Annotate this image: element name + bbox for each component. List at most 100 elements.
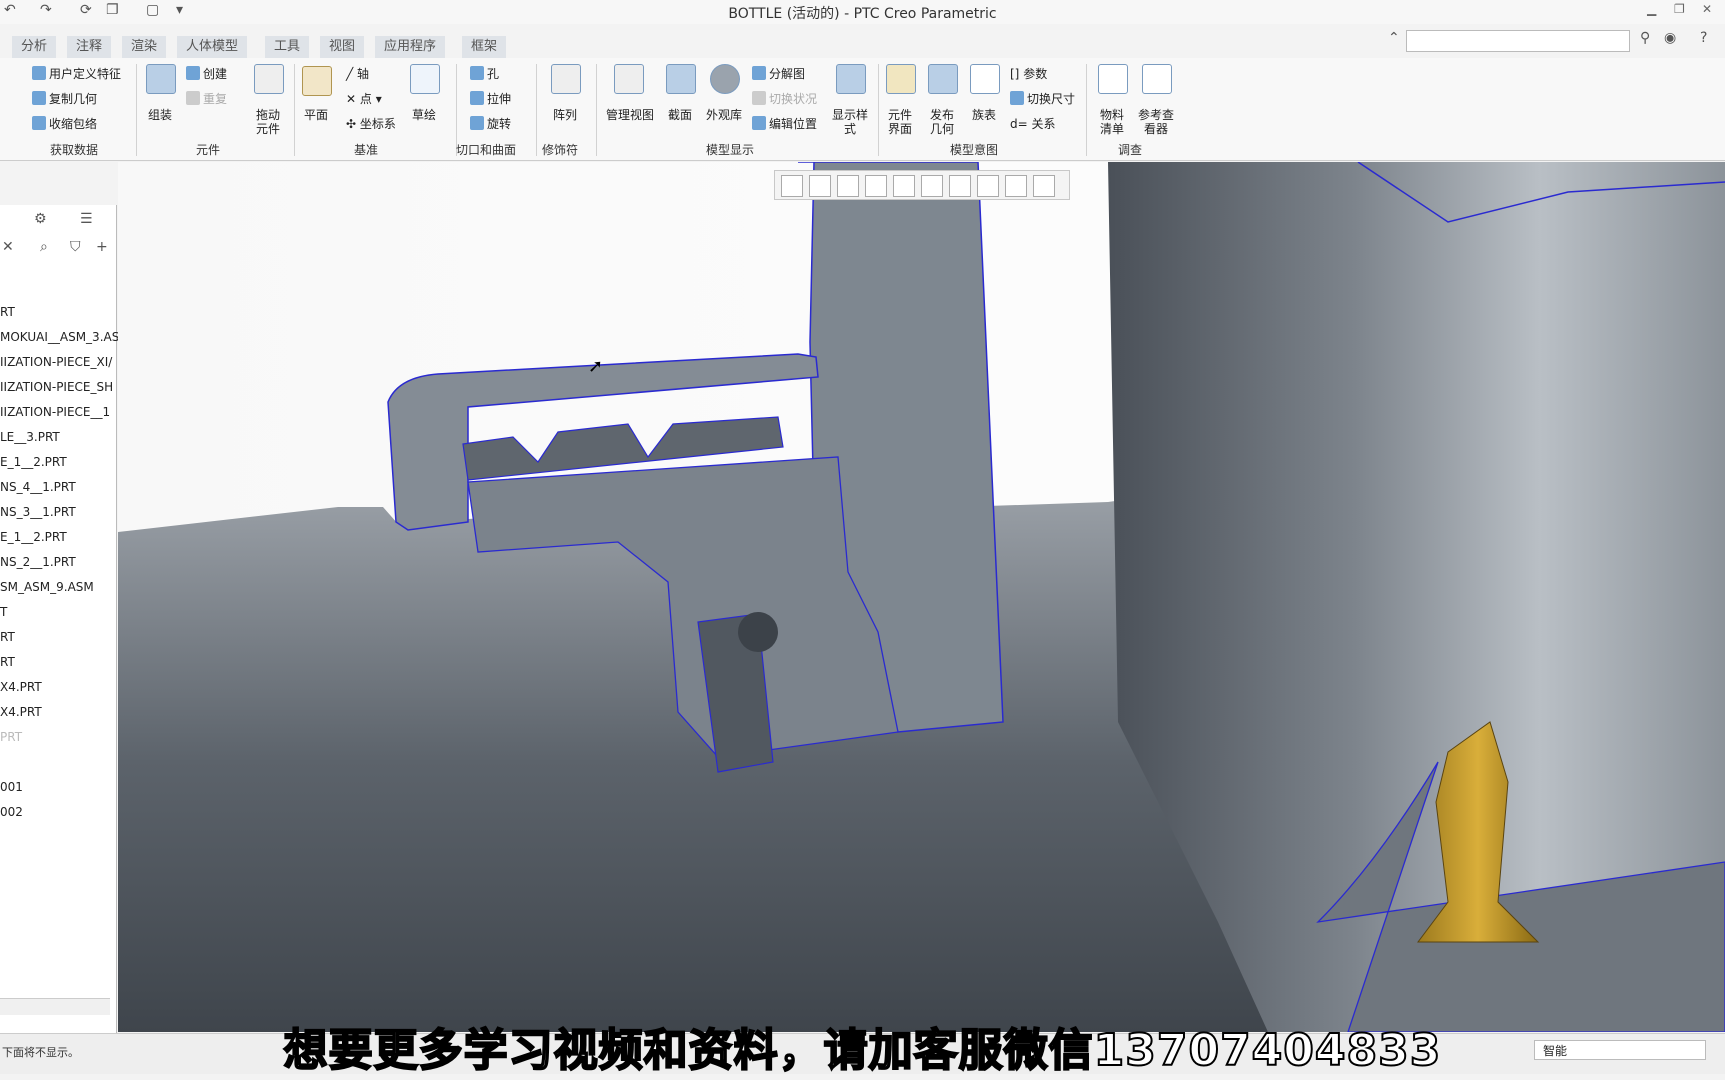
- group-component[interactable]: 元件: [196, 141, 220, 158]
- tree-item[interactable]: NS_3__1.PRT: [0, 505, 76, 519]
- minimize-icon[interactable]: ▁: [1647, 2, 1656, 16]
- explode-button[interactable]: 分解图: [752, 65, 805, 82]
- tree-item[interactable]: PRT: [0, 730, 22, 744]
- tree-item[interactable]: E_1__2.PRT: [0, 530, 67, 544]
- tab-render[interactable]: 渲染: [122, 36, 167, 58]
- pattern-icon[interactable]: [551, 64, 581, 94]
- tab-tools[interactable]: 工具: [265, 36, 310, 58]
- view-manager-icon[interactable]: [949, 175, 971, 197]
- binoculars-icon[interactable]: ⌕: [40, 239, 48, 255]
- search-icon[interactable]: ⚲: [1640, 30, 1650, 46]
- tree-item[interactable]: X4.PRT: [0, 680, 42, 694]
- tree-item[interactable]: SM_ASM_9.ASM: [0, 580, 94, 594]
- revolve-button[interactable]: 旋转: [470, 115, 511, 132]
- sketch-label[interactable]: 草绘: [404, 108, 444, 122]
- tree-item[interactable]: IIZATION-PIECE_XI/: [0, 355, 112, 369]
- tree-item[interactable]: 001: [0, 780, 23, 794]
- group-model-intent[interactable]: 模型意图: [950, 141, 998, 158]
- component-interface-label[interactable]: 元件 界面: [880, 108, 920, 136]
- section-icon[interactable]: [666, 64, 696, 94]
- drag-hand-icon[interactable]: [254, 64, 284, 94]
- datum-display-icon[interactable]: [977, 175, 999, 197]
- bom-label[interactable]: 物料 清单: [1092, 108, 1132, 136]
- group-cut-surface[interactable]: 切口和曲面: [456, 141, 516, 158]
- family-table-label[interactable]: 族表: [964, 108, 1004, 122]
- tree-scrollbar[interactable]: [0, 998, 110, 1015]
- zoom-in-icon[interactable]: [809, 175, 831, 197]
- family-table-icon[interactable]: [970, 64, 1000, 94]
- extrude-button[interactable]: 拉伸: [470, 90, 511, 107]
- tree-item[interactable]: IIZATION-PIECE__1: [0, 405, 110, 419]
- switch-dims-button[interactable]: 切换尺寸: [1010, 90, 1075, 107]
- saved-orientations-icon[interactable]: [921, 175, 943, 197]
- section-label[interactable]: 截面: [660, 108, 700, 122]
- close-icon[interactable]: ✕: [1702, 2, 1712, 16]
- manage-views-label[interactable]: 管理视图: [600, 108, 660, 122]
- component-interface-icon[interactable]: [886, 64, 916, 94]
- tree-show-icon[interactable]: ☰: [80, 211, 93, 227]
- edit-position-button[interactable]: 编辑位置: [752, 115, 817, 132]
- annotation-display-icon[interactable]: [1033, 175, 1055, 197]
- display-style-icon[interactable]: [836, 64, 866, 94]
- tree-item[interactable]: LE__3.PRT: [0, 430, 60, 444]
- toggle-status-button[interactable]: 切换状况: [752, 90, 817, 107]
- tab-framework[interactable]: 框架: [462, 36, 507, 58]
- tree-item[interactable]: E_1__2.PRT: [0, 455, 67, 469]
- tree-item[interactable]: X4.PRT: [0, 705, 42, 719]
- shrinkwrap-button[interactable]: 收缩包络: [32, 115, 97, 132]
- tab-analysis[interactable]: 分析: [12, 36, 57, 58]
- search-input[interactable]: [1406, 30, 1630, 52]
- tree-item[interactable]: RT: [0, 655, 15, 669]
- help-icon[interactable]: ?: [1700, 30, 1707, 46]
- reference-viewer-icon[interactable]: [1142, 64, 1172, 94]
- graphics-viewport[interactable]: [118, 162, 1725, 1032]
- relations-button[interactable]: d= 关系: [1010, 115, 1056, 132]
- assemble-label[interactable]: 组装: [140, 108, 180, 122]
- tree-settings-icon[interactable]: ⚙: [34, 211, 47, 227]
- tree-item[interactable]: 002: [0, 805, 23, 819]
- parameters-button[interactable]: [] 参数: [1010, 65, 1047, 82]
- appearance-sphere-icon[interactable]: [710, 64, 740, 94]
- reference-viewer-label[interactable]: 参考查 看器: [1130, 108, 1182, 136]
- repaint-icon[interactable]: [865, 175, 887, 197]
- pattern-label[interactable]: 阵列: [545, 108, 585, 122]
- repeat-button[interactable]: 重复: [186, 90, 227, 107]
- group-model-display[interactable]: 模型显示: [706, 141, 754, 158]
- refit-icon[interactable]: [781, 175, 803, 197]
- publish-geometry-label[interactable]: 发布 几何: [922, 108, 962, 136]
- tree-item[interactable]: NS_2__1.PRT: [0, 555, 76, 569]
- add-icon[interactable]: +: [96, 239, 108, 255]
- tree-item[interactable]: NS_4__1.PRT: [0, 480, 76, 494]
- community-icon[interactable]: ◉: [1664, 30, 1676, 46]
- group-modifiers[interactable]: 修饰符: [542, 141, 578, 158]
- display-style-view-icon[interactable]: [893, 175, 915, 197]
- hole-button[interactable]: 孔: [470, 65, 499, 82]
- axis-button[interactable]: ╱ 轴: [346, 65, 369, 82]
- group-datum[interactable]: 基准: [354, 141, 378, 158]
- drag-component-label[interactable]: 拖动 元件: [248, 108, 288, 136]
- tab-view[interactable]: 视图: [320, 36, 365, 58]
- zoom-out-icon[interactable]: [837, 175, 859, 197]
- tree-item[interactable]: T: [0, 605, 7, 619]
- appearance-label[interactable]: 外观库: [700, 108, 748, 122]
- tab-annotate[interactable]: 注释: [67, 36, 112, 58]
- publish-geometry-icon[interactable]: [928, 64, 958, 94]
- plane-icon[interactable]: [302, 66, 332, 96]
- create-button[interactable]: 创建: [186, 65, 227, 82]
- tree-close-icon[interactable]: ✕: [2, 239, 14, 255]
- udf-button[interactable]: 用户定义特征: [32, 65, 121, 82]
- collapse-ribbon-icon[interactable]: ⌃: [1388, 30, 1400, 46]
- manage-views-icon[interactable]: [614, 64, 644, 94]
- copy-geom-button[interactable]: 复制几何: [32, 90, 97, 107]
- bom-icon[interactable]: [1098, 64, 1128, 94]
- tree-item[interactable]: MOKUAI__ASM_3.AS: [0, 330, 119, 344]
- plane-label[interactable]: 平面: [296, 108, 336, 122]
- sketch-icon[interactable]: [410, 64, 440, 94]
- assemble-icon[interactable]: [146, 64, 176, 94]
- point-button[interactable]: ✕ 点 ▾: [346, 90, 382, 107]
- group-investigate[interactable]: 调查: [1118, 141, 1142, 158]
- tab-applications[interactable]: 应用程序: [375, 36, 446, 58]
- tab-manikin[interactable]: 人体模型: [177, 36, 248, 58]
- display-style-label[interactable]: 显示样 式: [826, 108, 874, 136]
- csys-button[interactable]: ✣ 坐标系: [346, 115, 396, 132]
